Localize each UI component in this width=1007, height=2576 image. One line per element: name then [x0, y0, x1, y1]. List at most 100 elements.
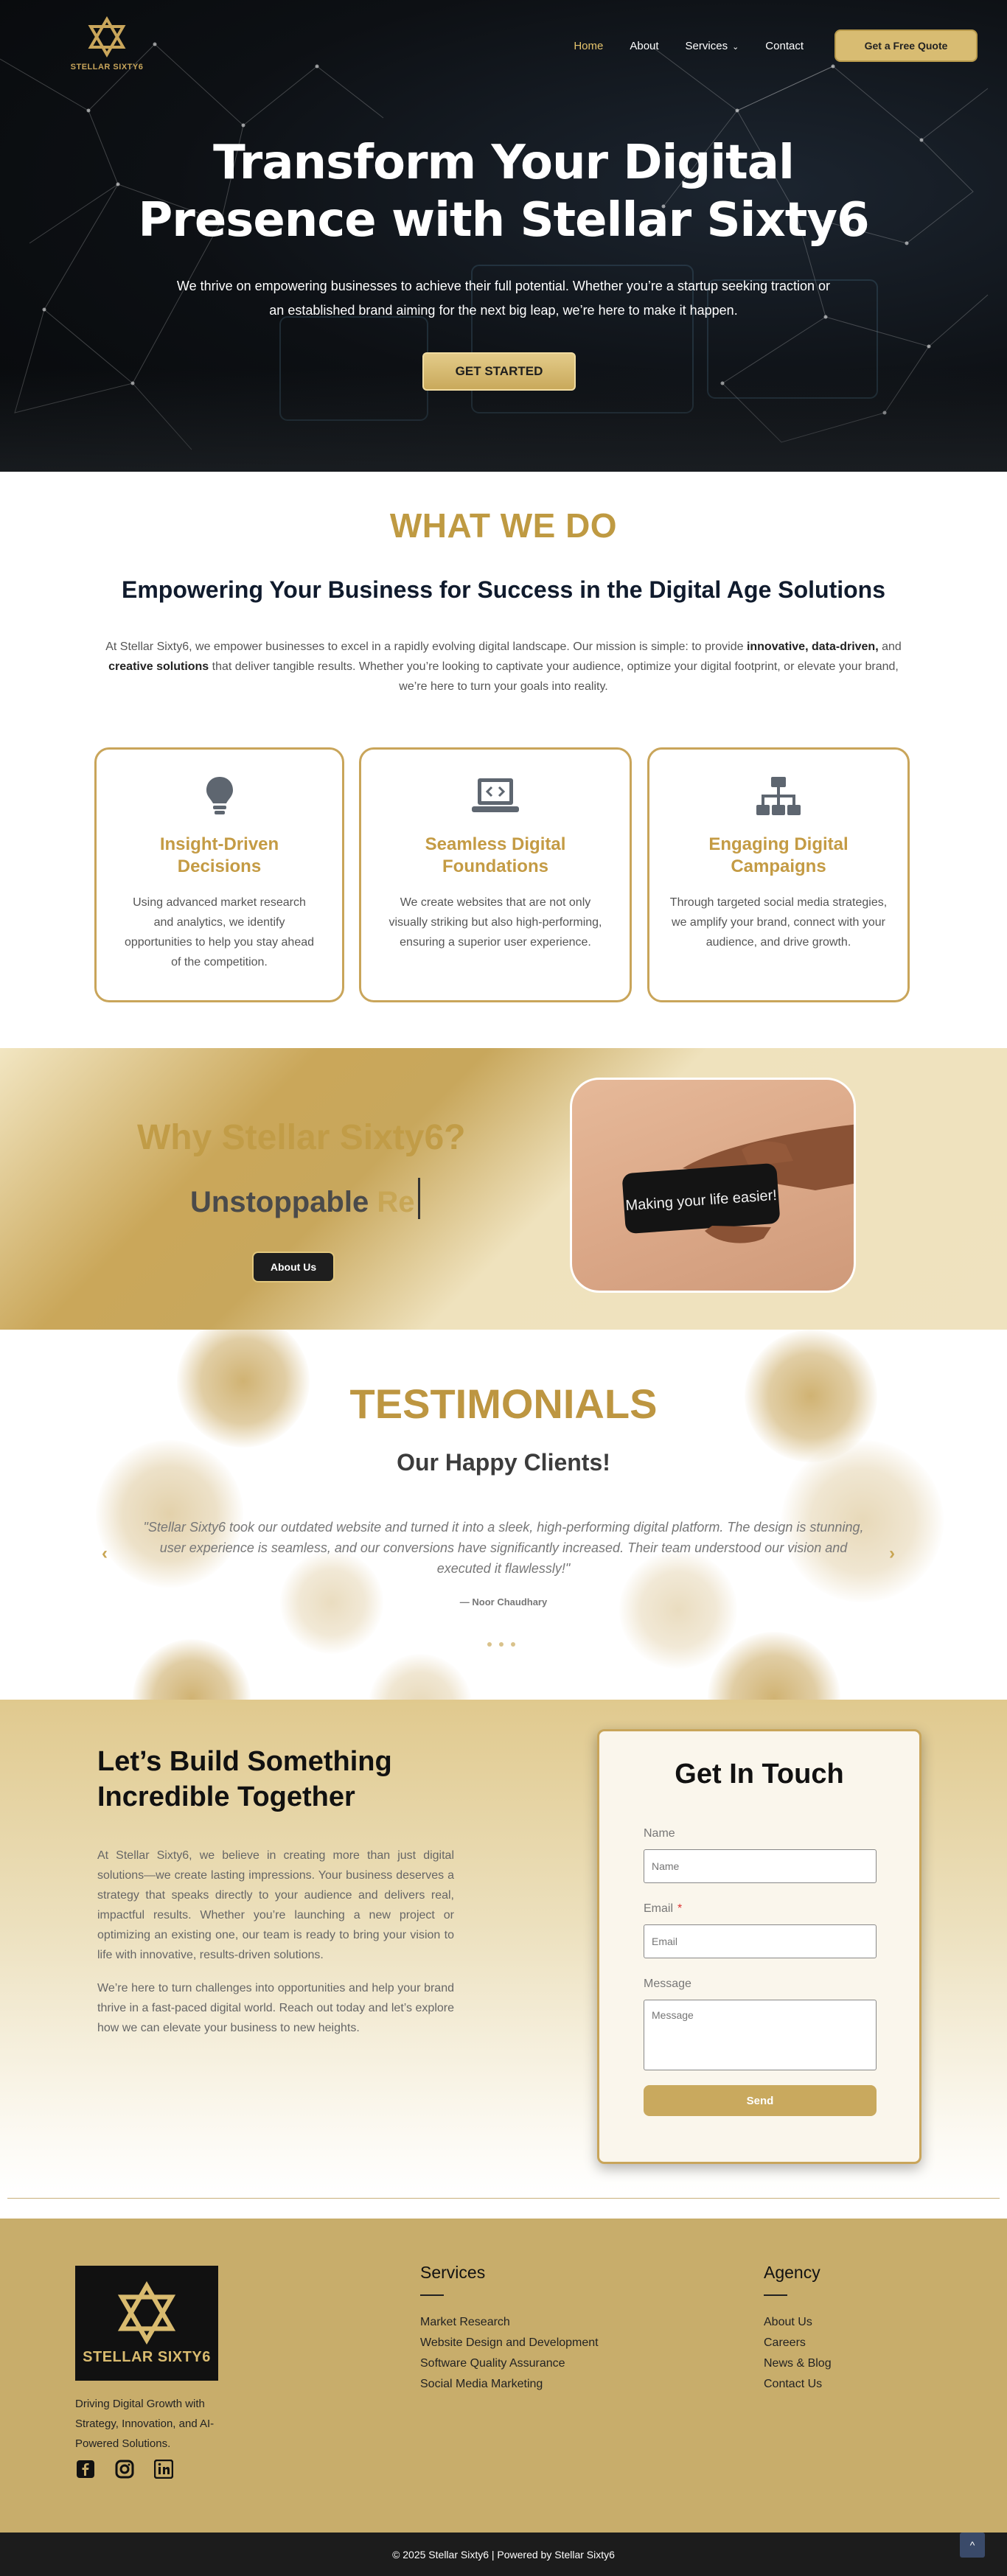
- testimonials-section: TESTIMONIALS Our Happy Clients! ‹ "Stell…: [0, 1330, 1007, 1700]
- intro-bold-1: innovative, data-driven,: [746, 640, 879, 653]
- send-button[interactable]: Send: [644, 2085, 877, 2116]
- carousel-next-arrow[interactable]: ›: [889, 1543, 895, 1564]
- carousel-dot[interactable]: [487, 1642, 492, 1647]
- footer-link-careers[interactable]: Careers: [764, 2333, 832, 2353]
- nav-about[interactable]: About: [630, 40, 658, 52]
- typed-partial: Re: [377, 1186, 415, 1218]
- contact-heading-line2: Incredible Together: [97, 1781, 355, 1812]
- nav-contact[interactable]: Contact: [765, 40, 804, 52]
- typing-caret: [417, 1178, 420, 1219]
- hero-title-line2: Presence with Stellar Sixty6: [138, 193, 869, 248]
- carousel-dot[interactable]: [499, 1642, 503, 1647]
- footer-logo-text: STELLAR SIXTY6: [83, 2348, 211, 2365]
- service-card-foundations: Seamless Digital Foundations We create w…: [359, 747, 632, 1002]
- copyright-text: © 2025 Stellar Sixty6 | Powered by Stell…: [392, 2548, 615, 2561]
- hero-section: STELLAR SIXTY6 Home About Services ⌄ Cont…: [0, 0, 1007, 472]
- decorative-blob: [708, 1632, 840, 1700]
- site-footer: STELLAR SIXTY6 Driving Digital Growth wi…: [0, 2219, 1007, 2533]
- card-text: Through targeted social media strategies…: [669, 896, 888, 949]
- email-label-text: Email: [644, 1902, 674, 1915]
- section-divider: [7, 2198, 1000, 2199]
- star-logo-icon: [88, 16, 126, 57]
- instagram-icon[interactable]: [114, 2459, 135, 2479]
- card-title: Seamless Digital Foundations: [425, 834, 566, 876]
- footer-link-social-media[interactable]: Social Media Marketing: [420, 2374, 599, 2395]
- nav-home[interactable]: Home: [574, 40, 603, 52]
- message-input[interactable]: [644, 2000, 877, 2070]
- required-mark: *: [677, 1902, 683, 1915]
- hero-subtitle-line1: We thrive on empowering businesses to ac…: [176, 279, 831, 293]
- footer-link-software-qa[interactable]: Software Quality Assurance: [420, 2353, 599, 2374]
- footer-logo[interactable]: STELLAR SIXTY6: [75, 2266, 218, 2381]
- testimonials-subtitle: Our Happy Clients!: [397, 1449, 610, 1476]
- footer-agency-column: Agency About Us Careers News & Blog Cont…: [764, 2263, 832, 2395]
- footer-link-web-design[interactable]: Website Design and Development: [420, 2333, 599, 2353]
- decorative-blob: [369, 1654, 472, 1700]
- carousel-dots: [487, 1642, 523, 1647]
- heading-underline: [420, 2294, 444, 2296]
- email-input[interactable]: [644, 1924, 877, 1958]
- what-we-do-subtitle: Empowering Your Business for Success in …: [121, 576, 886, 603]
- social-links: [75, 2459, 192, 2479]
- footer-link-news[interactable]: News & Blog: [764, 2353, 832, 2374]
- footer-link-contact[interactable]: Contact Us: [764, 2374, 832, 2395]
- why-title: Why Stellar Sixty6?: [137, 1118, 466, 1157]
- free-quote-button[interactable]: Get a Free Quote: [834, 29, 978, 62]
- intro-text-c: that deliver tangible results. Whether y…: [209, 660, 899, 693]
- decorative-blob: [133, 1639, 251, 1700]
- footer-services-title: Services: [420, 2263, 486, 2282]
- star-logo-icon: [117, 2280, 176, 2345]
- carousel-prev-arrow[interactable]: ‹: [102, 1543, 108, 1564]
- footer-link-market-research[interactable]: Market Research: [420, 2312, 599, 2333]
- testimonial-author: — Noor Chaudhary: [459, 1596, 548, 1608]
- why-section: Why Stellar Sixty6? Unstoppable Re About…: [0, 1048, 1007, 1330]
- contact-heading-line1: Let’s Build Something: [97, 1746, 392, 1777]
- card-title: Insight-Driven Decisions: [159, 834, 279, 876]
- laptop-code-icon: [470, 770, 521, 822]
- name-input[interactable]: [644, 1849, 877, 1883]
- hero-subtitle-line2: an established brand aiming for the next…: [269, 303, 738, 318]
- get-started-button[interactable]: GET STARTED: [422, 352, 576, 391]
- intro-bold-2: creative solutions: [108, 660, 209, 673]
- contact-form: Get In Touch Name Email* Message Send: [597, 1729, 921, 2164]
- copyright-bar: © 2025 Stellar Sixty6 | Powered by Stell…: [0, 2533, 1007, 2576]
- sitemap-icon: [753, 770, 804, 822]
- linkedin-icon[interactable]: [153, 2459, 174, 2479]
- testimonial-quote: "Stellar Sixty6 took our outdated websit…: [143, 1520, 864, 1576]
- message-label: Message: [644, 1978, 691, 1990]
- name-label: Name: [644, 1827, 675, 1840]
- facebook-icon[interactable]: [75, 2459, 96, 2479]
- footer-link-about[interactable]: About Us: [764, 2312, 832, 2333]
- card-text: We create websites that are not only vis…: [388, 896, 602, 949]
- footer-services-column: Services Market Research Website Design …: [420, 2263, 599, 2395]
- about-us-button[interactable]: About Us: [252, 1252, 335, 1282]
- service-card-insight: Insight-Driven Decisions Using advanced …: [94, 747, 344, 1002]
- service-card-campaigns: Engaging Digital Campaigns Through targe…: [647, 747, 910, 1002]
- typed-headline: Unstoppable Re: [190, 1178, 420, 1219]
- email-label: Email *: [644, 1902, 682, 1916]
- chevron-down-icon: ⌄: [732, 42, 739, 52]
- scroll-to-top-button[interactable]: ^: [960, 2533, 985, 2558]
- card-text: Using advanced market research and analy…: [124, 896, 315, 968]
- intro-text-a: At Stellar Sixty6, we empower businesses…: [105, 640, 747, 653]
- contact-paragraph-2: We’re here to turn challenges into oppor…: [97, 1982, 454, 2034]
- footer-tagline: Driving Digital Growth with Strategy, In…: [75, 2398, 215, 2450]
- testimonials-title: TESTIMONIALS: [349, 1381, 658, 1427]
- what-we-do-text: At Stellar Sixty6, we empower businesses…: [94, 637, 913, 697]
- carousel-dot[interactable]: [511, 1642, 515, 1647]
- intro-text-b: and: [878, 640, 902, 653]
- lightbulb-icon: [194, 770, 245, 822]
- hand-holding-sign-image: Making your life easier!: [570, 1078, 856, 1293]
- hero-title-line1: Transform Your Digital: [213, 136, 795, 190]
- heading-underline: [764, 2294, 787, 2296]
- card-title: Engaging Digital Campaigns: [708, 834, 849, 876]
- footer-agency-title: Agency: [764, 2263, 820, 2282]
- contact-heading: Let’s Build Something Incredible Togethe…: [97, 1744, 392, 1815]
- site-logo[interactable]: STELLAR SIXTY6: [66, 16, 147, 71]
- contact-paragraph-1: At Stellar Sixty6, we believe in creatin…: [97, 1849, 454, 1961]
- main-nav: Home About Services ⌄ Contact Get a Free …: [574, 29, 978, 62]
- hero-title: Transform Your Digital Presence with Ste…: [0, 134, 1007, 249]
- contact-section: Let’s Build Something Incredible Togethe…: [0, 1700, 1007, 2195]
- nav-services[interactable]: Services ⌄: [686, 40, 739, 52]
- logo-text: STELLAR SIXTY6: [70, 63, 144, 71]
